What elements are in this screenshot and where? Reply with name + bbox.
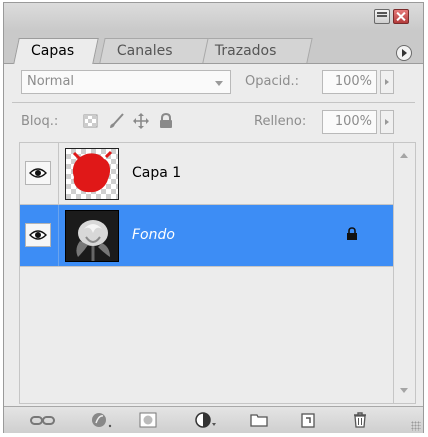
link-layers-icon[interactable] <box>29 411 57 429</box>
tab-capas[interactable]: Capas <box>13 38 99 64</box>
row-divider <box>58 143 59 204</box>
scroll-down-icon[interactable] <box>400 388 408 393</box>
layer-mask-icon[interactable] <box>137 411 159 429</box>
eye-icon <box>29 168 47 178</box>
lock-label: Bloq.: <box>21 114 59 129</box>
divider <box>12 102 415 103</box>
panel-menu-icon[interactable] <box>396 45 412 61</box>
layer-row[interactable]: Capa 1 <box>20 143 393 205</box>
blend-mode-value: Normal <box>27 74 75 89</box>
tab-canales[interactable]: Canales <box>99 38 209 63</box>
fill-input[interactable]: 100% <box>322 110 377 134</box>
scroll-up-icon[interactable] <box>400 153 408 158</box>
layer-name[interactable]: Fondo <box>132 227 175 243</box>
blend-row: Normal Opacid.: 100% <box>4 64 423 100</box>
fill-slider-button[interactable] <box>380 110 394 134</box>
tab-trazados[interactable]: Trazados <box>197 38 313 63</box>
layer-thumbnail <box>65 210 119 262</box>
layer-style-icon[interactable] <box>90 411 112 429</box>
lock-all-icon[interactable] <box>157 112 175 129</box>
delete-layer-icon[interactable] <box>349 411 371 429</box>
resize-grip[interactable] <box>411 421 421 431</box>
layer-row-selected[interactable]: Fondo <box>20 205 393 267</box>
lock-icon <box>345 227 359 245</box>
new-group-icon[interactable] <box>248 411 270 429</box>
adjustment-layer-icon[interactable] <box>194 411 216 429</box>
visibility-toggle[interactable] <box>25 161 51 185</box>
layer-list-scrollbar[interactable] <box>394 142 416 404</box>
chevron-down-icon <box>215 81 223 86</box>
layers-panel: Trazados Canales Capas Normal Opacid.: 1… <box>3 2 424 433</box>
fill-label: Relleno: <box>254 114 307 129</box>
opacity-label: Opacid.: <box>245 74 299 89</box>
lock-row: Bloq.: Relleno: 100% <box>4 104 423 140</box>
lock-brush-icon[interactable] <box>108 113 126 129</box>
layer-list: Capa 1 Fondo <box>19 142 394 404</box>
visibility-toggle[interactable] <box>25 223 51 247</box>
blend-mode-select[interactable]: Normal <box>21 70 231 94</box>
panel-tabs: Trazados Canales Capas <box>4 31 423 64</box>
close-icon[interactable] <box>393 9 409 24</box>
collapse-icon[interactable] <box>374 9 390 24</box>
lock-move-icon[interactable] <box>132 113 150 129</box>
layer-name[interactable]: Capa 1 <box>132 165 181 181</box>
new-layer-icon[interactable] <box>297 411 319 429</box>
lock-transparency-icon[interactable] <box>82 113 100 129</box>
opacity-input[interactable]: 100% <box>322 70 377 94</box>
layer-thumbnail <box>65 148 119 200</box>
opacity-slider-button[interactable] <box>380 70 394 94</box>
eye-icon <box>29 230 47 240</box>
panel-titlebar <box>4 3 423 32</box>
row-divider <box>58 205 59 266</box>
panel-bottom-toolbar <box>4 406 423 433</box>
